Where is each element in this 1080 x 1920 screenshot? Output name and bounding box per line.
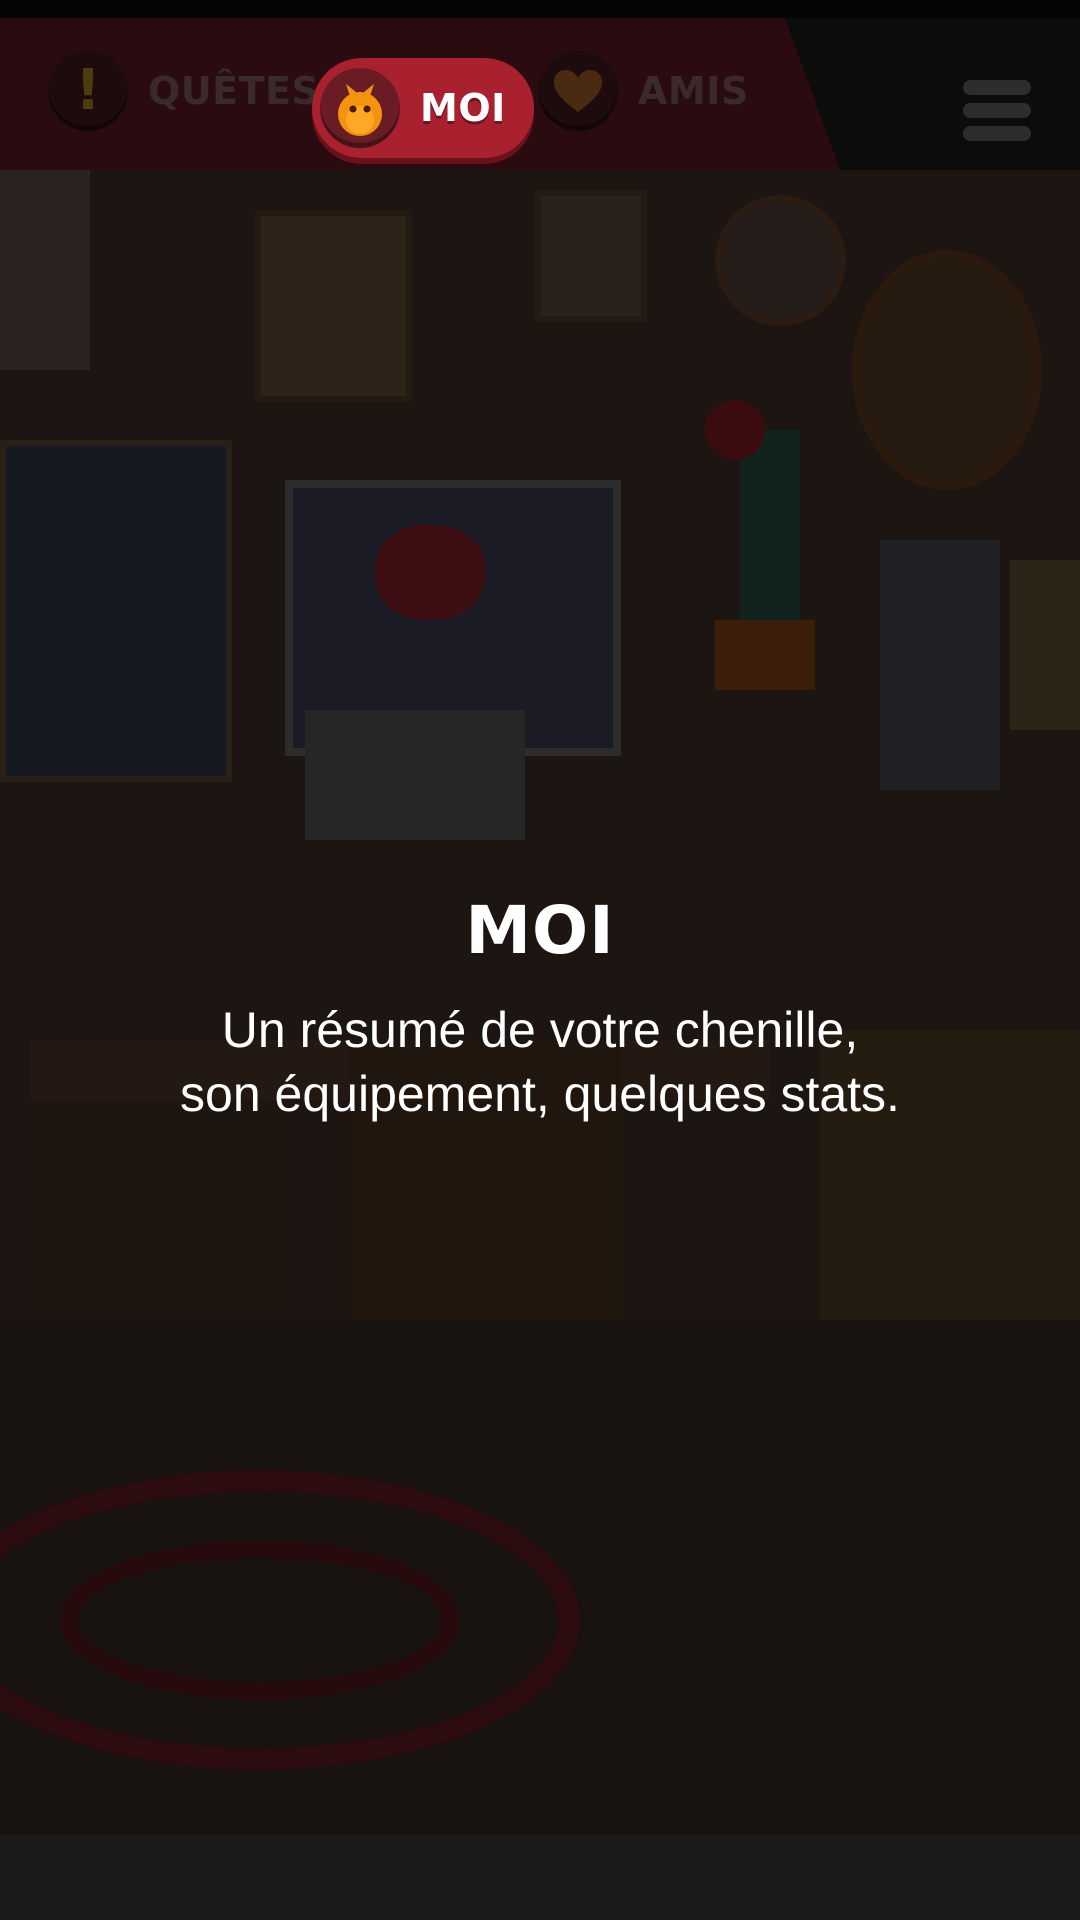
overlay-description: Un résumé de votre chenille, son équipem… [140,998,940,1126]
monitor-blob [375,525,485,620]
tab-quetes[interactable]: ! QUÊTES [48,41,319,141]
picture-frame [255,210,412,402]
tab-amis[interactable]: AMIS [538,41,749,141]
status-bar [0,0,1080,18]
tab-moi-label: MOI [420,86,506,130]
heart-icon [538,51,618,131]
wall-clock [715,195,846,326]
cactus-plant [740,430,800,630]
overlay-description-line: son équipement, quelques stats. [180,1066,900,1122]
exclamation-icon: ! [48,51,128,131]
tab-moi[interactable]: MOI [312,58,534,158]
wall-map [0,440,232,782]
sign-board [1010,560,1080,730]
hamburger-menu-icon[interactable] [963,80,1031,142]
picture-frame [535,190,647,322]
top-navigation: ! QUÊTES MOI AMIS [0,18,1080,170]
plant-flower [705,400,765,460]
poster-frame [0,170,90,370]
room-background: MOI Un résumé de votre chenille, son équ… [0,170,1080,1835]
tab-amis-label: AMIS [638,69,749,113]
tab-quetes-label: QUÊTES [148,69,320,113]
wall-mirror [852,250,1042,490]
book-stack [880,540,1000,790]
caterpillar-icon [320,68,400,148]
bottom-bar [0,1835,1080,1920]
plant-pot [715,620,815,690]
round-rug-inner [60,1540,460,1700]
overlay-title: MOI [465,892,615,969]
keyboard [305,710,525,840]
overlay-description-line: Un résumé de votre chenille, [221,1002,859,1058]
